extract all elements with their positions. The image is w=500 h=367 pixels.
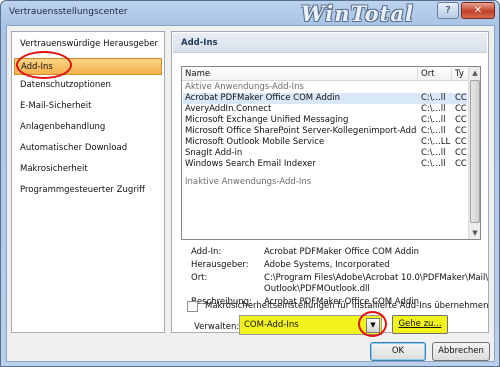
detail-label-addin: Add-In: (191, 247, 222, 257)
help-icon: ? (445, 5, 451, 16)
row-type: CC (455, 104, 467, 114)
cancel-button[interactable]: Abbrechen (432, 342, 490, 361)
group-header-inactive: Inaktive Anwendungs-Add-Ins (185, 177, 312, 187)
row-location: C:\...LL (421, 137, 451, 147)
go-to-button[interactable]: Gehe zu... (392, 315, 448, 334)
section-title: Add-Ins (173, 33, 487, 53)
nav-item-privacy-options[interactable]: Datenschutzoptionen (14, 77, 162, 94)
manage-label: Verwalten: (194, 322, 240, 332)
help-button[interactable]: ? (437, 2, 459, 19)
go-to-button-label: Gehe zu... (398, 319, 442, 329)
arrow-down-icon[interactable]: ▼ (469, 227, 480, 239)
list-row[interactable]: SnagIt Add-in C:\...ll CC (183, 148, 467, 159)
row-type: CC (455, 148, 467, 158)
list-header: Name Ort Ty (182, 67, 468, 81)
row-location: C:\...ll (421, 93, 446, 103)
row-type: CC (455, 115, 467, 125)
row-type: CC (455, 126, 467, 136)
column-header-location[interactable]: Ort (418, 68, 452, 80)
watermark-logo: WinTotal (301, 1, 414, 26)
list-scrollbar[interactable]: ▲ ▼ (468, 67, 480, 239)
ok-button[interactable]: OK (370, 342, 426, 361)
scrollbar-thumb[interactable] (470, 80, 480, 223)
detail-value-location-line1: C:\Program Files\Adobe\Acrobat 10.0\PDFM… (264, 273, 489, 283)
list-row[interactable]: AveryAddIn.Connect C:\...ll CC (183, 104, 467, 115)
list-row[interactable]: Microsoft Office SharePoint Server-Kolle… (183, 126, 467, 137)
list-row[interactable]: Microsoft Outlook Mobile Service C:\...L… (183, 137, 467, 148)
row-name: Microsoft Outlook Mobile Service (185, 137, 325, 147)
detail-value-publisher: Adobe Systems, Incorporated (264, 260, 390, 270)
group-header-active: Aktive Anwendungs-Add-Ins (185, 82, 304, 92)
row-name: Acrobat PDFMaker Office COM Addin (185, 93, 341, 103)
detail-label-publisher: Herausgeber: (191, 260, 249, 270)
nav-item-email-security[interactable]: E-Mail-Sicherheit (14, 98, 162, 115)
title-bar: Vertrauensstellungscenter WinTotal ? ✕ (1, 1, 499, 26)
row-type: CC (455, 159, 467, 169)
addins-list[interactable]: Name Ort Ty Aktive Anwendungs-Add-Ins Ac… (181, 66, 481, 240)
row-name: AveryAddIn.Connect (185, 104, 272, 114)
detail-label-location: Ort: (191, 273, 208, 283)
row-location: C:\...ll (421, 115, 446, 125)
close-button[interactable]: ✕ (461, 2, 495, 19)
column-header-type[interactable]: Ty (452, 68, 468, 80)
nav-item-attachment-handling[interactable]: Anlagenbehandlung (14, 119, 162, 136)
row-name: Microsoft Office SharePoint Server-Kolle… (185, 126, 417, 136)
row-type: CC (455, 137, 467, 147)
row-name: Microsoft Exchange Unified Messaging (185, 115, 349, 125)
row-location: C:\...ll (421, 148, 446, 158)
list-row[interactable]: Microsoft Exchange Unified Messaging C:\… (183, 115, 467, 126)
dialog-window: Vertrauensstellungscenter WinTotal ? ✕ V… (0, 0, 500, 367)
macro-settings-checkbox[interactable] (187, 301, 198, 312)
nav-item-automatic-download[interactable]: Automatischer Download (14, 140, 162, 157)
manage-select-value: COM-Add-Ins (244, 320, 299, 330)
row-type: CC (455, 93, 467, 103)
annotation-circle (358, 311, 387, 337)
detail-value-addin: Acrobat PDFMaker Office COM Addin (264, 247, 420, 257)
row-location: C:\...ll (421, 126, 446, 136)
addins-panel: Add-Ins Name Ort Ty Aktive Anwendungs-Ad… (171, 31, 489, 337)
column-header-name[interactable]: Name (182, 68, 418, 80)
row-location: C:\...ll (421, 104, 446, 114)
category-nav: Vertrauenswürdige Herausgeber Add-Ins Da… (11, 31, 165, 333)
nav-item-macro-security[interactable]: Makrosicherheit (14, 161, 162, 178)
dialog-content: Vertrauenswürdige Herausgeber Add-Ins Da… (6, 25, 495, 362)
annotation-circle (16, 51, 72, 79)
row-location: C:\...ll (421, 159, 446, 169)
window-title: Vertrauensstellungscenter (9, 7, 128, 17)
row-name: SnagIt Add-in (185, 148, 243, 158)
list-row[interactable]: Acrobat PDFMaker Office COM Addin C:\...… (183, 93, 467, 104)
arrow-up-icon[interactable]: ▲ (469, 67, 480, 79)
macro-settings-label[interactable]: Makrosicherheitseinstellungen für instal… (205, 301, 489, 311)
detail-value-location-line2: Outlook\PDFMOutlook.dll (264, 284, 370, 294)
nav-item-programmatic-access[interactable]: Programmgesteuerter Zugriff (14, 182, 162, 199)
list-row[interactable]: Windows Search Email Indexer C:\...ll CC (183, 159, 467, 170)
row-name: Windows Search Email Indexer (185, 159, 316, 169)
close-icon: ✕ (473, 5, 483, 16)
